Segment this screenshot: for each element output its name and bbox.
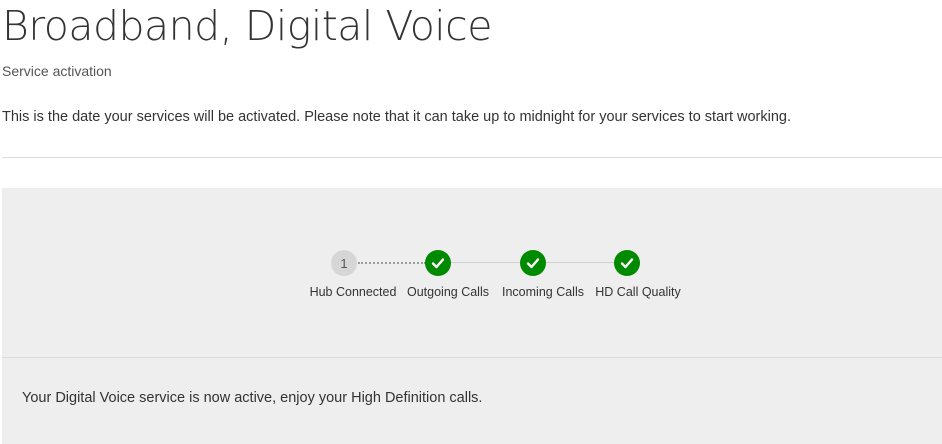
step-connector-complete xyxy=(546,262,616,263)
check-icon xyxy=(520,250,546,276)
step-connector-pending xyxy=(358,262,426,264)
step-number: 1 xyxy=(340,255,348,271)
activation-description: This is the date your services will be a… xyxy=(2,109,792,125)
step-number-badge: 1 xyxy=(331,250,357,276)
check-icon-glyph xyxy=(620,258,634,269)
activation-status-panel: 1 Hub Connected Outgoing Calls Incoming … xyxy=(2,188,942,444)
check-icon-glyph xyxy=(431,258,445,269)
status-message: Your Digital Voice service is now active… xyxy=(22,390,483,406)
step-connector-complete xyxy=(451,262,521,263)
step-label-hd-call-quality: HD Call Quality xyxy=(595,285,681,299)
progress-tracker: 1 Hub Connected Outgoing Calls Incoming … xyxy=(2,248,942,308)
check-icon xyxy=(614,250,640,276)
section-divider xyxy=(2,157,942,158)
check-icon xyxy=(425,250,451,276)
panel-divider xyxy=(2,357,942,358)
step-label-incoming-calls: Incoming Calls xyxy=(502,285,584,299)
step-label-outgoing-calls: Outgoing Calls xyxy=(407,285,489,299)
check-icon-glyph xyxy=(526,258,540,269)
step-label-hub-connected: Hub Connected xyxy=(309,285,397,299)
page-title: Broadband, Digital Voice xyxy=(2,2,492,50)
page-subtitle: Service activation xyxy=(2,63,112,79)
